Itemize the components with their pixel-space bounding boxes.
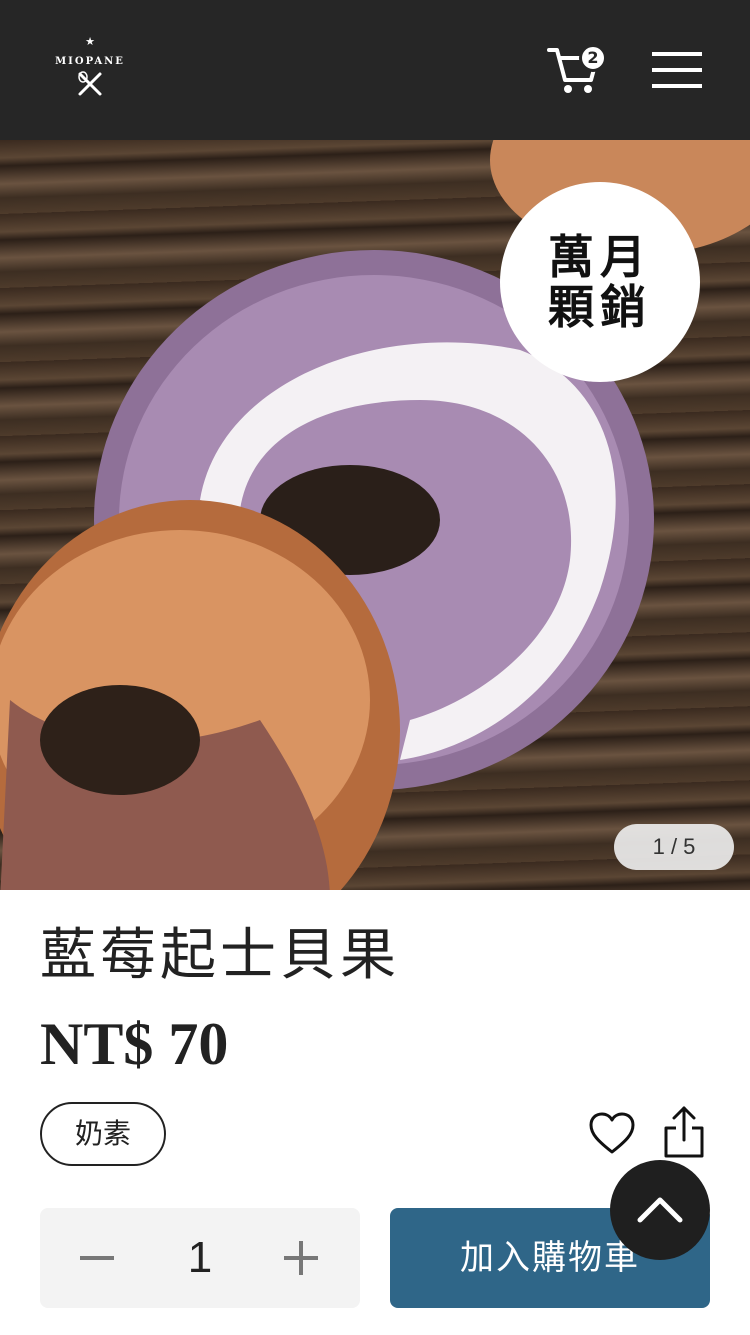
miopane-logo[interactable]: ★ MIOPANE (40, 34, 140, 106)
quantity-value[interactable]: 1 (160, 1228, 240, 1288)
quantity-stepper: 1 (40, 1208, 360, 1308)
product-title: 藍莓起士貝果 (40, 923, 400, 988)
best-seller-badge: 萬月 顆銷 (500, 182, 700, 382)
crossed-utensils-icon (78, 71, 102, 96)
logo-text: MIOPANE (55, 56, 125, 67)
badge-line-2: 顆銷 (548, 280, 652, 334)
back-to-top-button[interactable] (610, 1160, 710, 1260)
top-header: ★ MIOPANE 2 (0, 0, 750, 140)
increase-quantity-button[interactable] (282, 1236, 324, 1280)
badge-line-1: 萬月 (548, 230, 652, 284)
diet-tag: 奶素 (40, 1102, 166, 1166)
share-icon[interactable] (662, 1104, 706, 1160)
cart-count-badge: 2 (579, 44, 607, 72)
cart-button[interactable]: 2 (547, 42, 611, 98)
heart-icon[interactable] (588, 1110, 636, 1158)
hamburger-menu-button[interactable] (652, 50, 704, 90)
star-icon: ★ (85, 35, 95, 48)
decrease-quantity-button[interactable] (78, 1236, 120, 1280)
chevron-up-icon (637, 1197, 683, 1223)
product-price: NT$ 70 (40, 1011, 229, 1077)
slide-counter: 1 / 5 (614, 824, 734, 870)
product-image-carousel[interactable]: 萬月 顆銷 1 / 5 (0, 140, 750, 890)
